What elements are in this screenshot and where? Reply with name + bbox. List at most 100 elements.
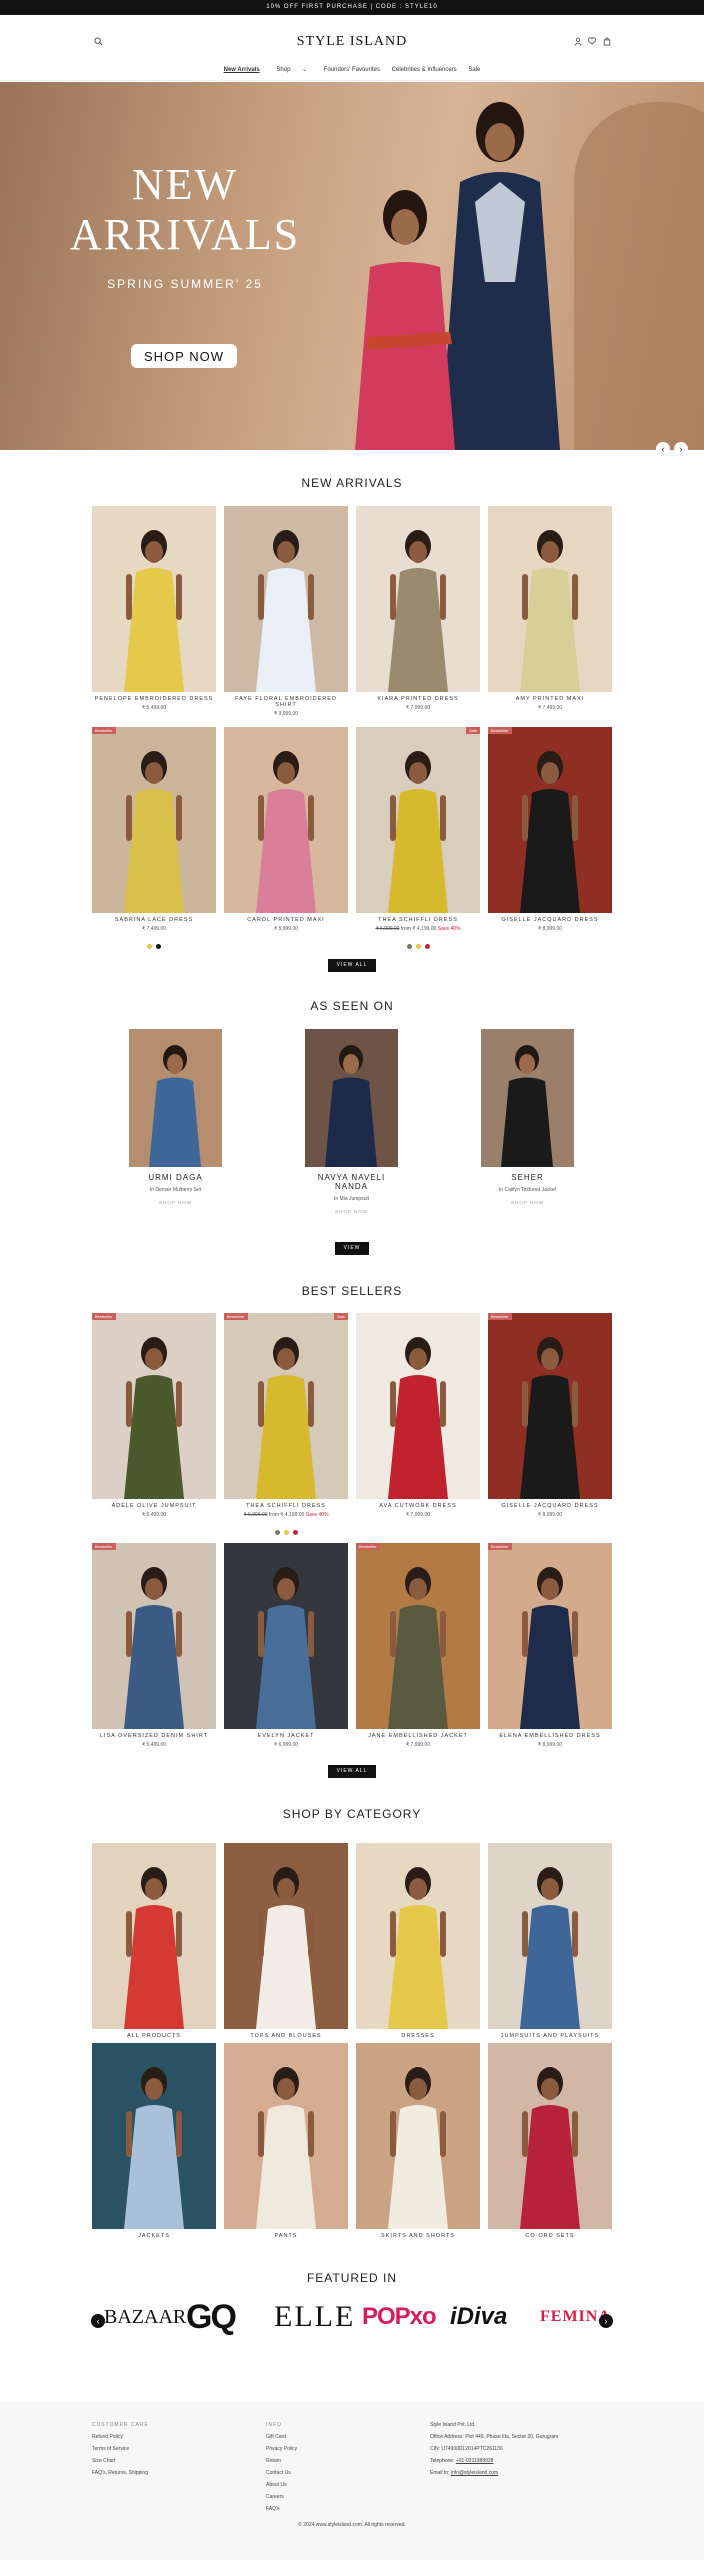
heart-icon[interactable] xyxy=(588,37,596,47)
color-swatch[interactable] xyxy=(292,1530,298,1535)
celeb-image-wrap[interactable] xyxy=(129,1029,222,1167)
celeb-card[interactable]: URMI DAGA In Denver Mulberry Set SHOP NOW xyxy=(129,1029,222,1205)
product-card[interactable]: EVELYN JACKET ₹ 6,999.00 xyxy=(224,1543,348,1748)
footer-link[interactable]: Contact Us xyxy=(266,2470,297,2476)
nav-celebrities[interactable]: Celebrities & Influencers xyxy=(392,67,457,73)
category-card[interactable]: JUMPSUITS AND PLAYSUITS xyxy=(488,1843,612,2039)
color-swatch[interactable] xyxy=(415,944,421,949)
product-image-wrap[interactable]: Bestseller xyxy=(92,1313,216,1499)
product-card[interactable]: Bestseller ADELE OLIVE JUMPSUIT ₹ 5,499.00 xyxy=(92,1313,216,1518)
product-name[interactable]: GISELLE JACQUARD DRESS xyxy=(488,917,612,923)
footer-phone-link[interactable]: +91-9311988938 xyxy=(456,2458,494,2464)
hero-next-arrow[interactable]: › xyxy=(674,442,688,456)
product-card[interactable]: AMY PRINTED MAXI ₹ 7,499.00 xyxy=(488,506,612,711)
product-card[interactable]: Bestseller JANE EMBELLISHED JACKET ₹ 7,999… xyxy=(356,1543,480,1748)
category-name[interactable]: CO-ORD SETS xyxy=(488,2233,612,2239)
color-swatch[interactable] xyxy=(406,944,412,949)
product-name[interactable]: AMY PRINTED MAXI xyxy=(488,696,612,702)
product-card[interactable]: Bestseller GISELLE JACQUARD DRESS ₹ 8,999.… xyxy=(488,1313,612,1518)
bag-icon[interactable] xyxy=(603,37,611,48)
product-image-wrap[interactable]: Bestseller xyxy=(488,1543,612,1729)
nav-founders-favourites[interactable]: Founders' Favourites xyxy=(324,67,380,73)
celeb-image-wrap[interactable] xyxy=(305,1029,398,1167)
color-swatch[interactable] xyxy=(147,944,152,949)
product-name[interactable]: AVA CUTWORK DRESS xyxy=(356,1503,480,1509)
product-image-wrap[interactable]: Sale xyxy=(356,727,480,913)
product-image-wrap[interactable] xyxy=(488,506,612,692)
product-image-wrap[interactable]: Bestseller xyxy=(92,727,216,913)
nav-sale[interactable]: Sale xyxy=(468,67,480,73)
footer-link[interactable]: Size Chart xyxy=(92,2458,149,2464)
color-swatch[interactable] xyxy=(424,944,430,949)
product-name[interactable]: JANE EMBELLISHED JACKET xyxy=(356,1733,480,1739)
product-name[interactable]: EVELYN JACKET xyxy=(224,1733,348,1739)
category-card[interactable]: TOPS AND BLOUSES xyxy=(224,1843,348,2039)
product-image-wrap[interactable] xyxy=(356,1313,480,1499)
category-name[interactable]: PANTS xyxy=(224,2233,348,2239)
footer-link[interactable]: Careers xyxy=(266,2494,297,2500)
new-arrivals-view-all-button[interactable]: VIEW ALL xyxy=(328,959,376,972)
featured-prev-arrow[interactable]: ‹ xyxy=(91,2314,105,2328)
category-name[interactable]: TOPS AND BLOUSES xyxy=(224,2033,348,2039)
footer-email-link[interactable]: info@styleisland.com xyxy=(451,2470,498,2476)
site-logo[interactable]: STYLE ISLAND xyxy=(0,34,704,50)
product-card[interactable]: Bestseller LISA OVERSIZED DENIM SHIRT ₹ 5,… xyxy=(92,1543,216,1748)
product-name[interactable]: SABRINA LACE DRESS xyxy=(92,917,216,923)
category-name[interactable]: DRESSES xyxy=(356,2033,480,2039)
color-swatch[interactable] xyxy=(274,1530,280,1535)
category-image-wrap[interactable] xyxy=(224,2043,348,2229)
as-seen-on-view-button[interactable]: VIEW xyxy=(335,1242,369,1255)
product-card[interactable]: Sale THEA SCHIFFLI DRESS ₹ 6,999.00 from ₹… xyxy=(356,727,480,954)
product-name[interactable]: FAYE FLORAL EMBROIDERED SHIRT xyxy=(224,696,348,708)
category-name[interactable]: SKIRTS AND SHORTS xyxy=(356,2233,480,2239)
user-icon[interactable] xyxy=(574,37,582,48)
product-name[interactable]: GISELLE JACQUARD DRESS xyxy=(488,1503,612,1509)
product-card[interactable]: FAYE FLORAL EMBROIDERED SHIRT ₹ 3,999.00 xyxy=(224,506,348,717)
product-image-wrap[interactable]: Bestseller xyxy=(356,1543,480,1729)
color-swatch[interactable] xyxy=(283,1530,289,1535)
nav-new-arrivals[interactable]: New Arrivals xyxy=(224,67,260,73)
category-card[interactable]: ALL PRODUCTS xyxy=(92,1843,216,2039)
best-sellers-view-all-button[interactable]: VIEW ALL xyxy=(328,1765,376,1778)
product-name[interactable]: THEA SCHIFFLI DRESS xyxy=(356,917,480,923)
featured-next-arrow[interactable]: › xyxy=(599,2314,613,2328)
footer-link[interactable]: FAQ's xyxy=(266,2506,297,2512)
footer-link[interactable]: Terms of Service xyxy=(92,2446,149,2452)
category-image-wrap[interactable] xyxy=(356,2043,480,2229)
product-card[interactable]: Bestseller GISELLE JACQUARD DRESS ₹ 8,999.… xyxy=(488,727,612,932)
category-name[interactable]: ALL PRODUCTS xyxy=(92,2033,216,2039)
category-card[interactable]: PANTS xyxy=(224,2043,348,2239)
product-image-wrap[interactable] xyxy=(356,506,480,692)
footer-link[interactable]: Return xyxy=(266,2458,297,2464)
category-card[interactable]: CO-ORD SETS xyxy=(488,2043,612,2239)
category-name[interactable]: JACKETS xyxy=(92,2233,216,2239)
product-image-wrap[interactable]: Bestseller xyxy=(488,1313,612,1499)
category-image-wrap[interactable] xyxy=(356,1843,480,2029)
footer-link[interactable]: About Us xyxy=(266,2482,297,2488)
product-image-wrap[interactable]: Bestseller xyxy=(92,1543,216,1729)
product-image-wrap[interactable] xyxy=(224,1543,348,1729)
product-card[interactable]: Bestseller ELENA EMBELLISHED DRESS ₹ 8,999… xyxy=(488,1543,612,1748)
product-name[interactable]: KIARA PRINTED DRESS xyxy=(356,696,480,702)
celeb-shop-now-link[interactable]: SHOP NOW xyxy=(481,1200,574,1205)
celeb-card[interactable]: SEHER In Caitlyn Textured Jacket SHOP NOW xyxy=(481,1029,574,1205)
product-image-wrap[interactable]: Bestseller xyxy=(488,727,612,913)
product-name[interactable]: CAROL PRINTED MAXI xyxy=(224,917,348,923)
footer-link[interactable]: Refund Policy xyxy=(92,2434,149,2440)
category-image-wrap[interactable] xyxy=(488,2043,612,2229)
category-card[interactable]: DRESSES xyxy=(356,1843,480,2039)
category-card[interactable]: SKIRTS AND SHORTS xyxy=(356,2043,480,2239)
product-name[interactable]: LISA OVERSIZED DENIM SHIRT xyxy=(92,1733,216,1739)
product-card[interactable]: Bestseller Sale THEA SCHIFFLI DRESS ₹ 6,999… xyxy=(224,1313,348,1540)
category-image-wrap[interactable] xyxy=(488,1843,612,2029)
color-swatch[interactable] xyxy=(156,944,161,949)
celeb-shop-now-link[interactable]: SHOP NOW xyxy=(305,1209,398,1214)
product-name[interactable]: ADELE OLIVE JUMPSUIT xyxy=(92,1503,216,1509)
product-card[interactable]: Bestseller SABRINA LACE DRESS ₹ 7,499.00 xyxy=(92,727,216,954)
category-name[interactable]: JUMPSUITS AND PLAYSUITS xyxy=(488,2033,612,2039)
shop-now-button[interactable]: SHOP NOW xyxy=(131,344,237,368)
celeb-image-wrap[interactable] xyxy=(481,1029,574,1167)
product-name[interactable]: THEA SCHIFFLI DRESS xyxy=(224,1503,348,1509)
footer-link[interactable]: FAQ's, Returns, Shipping xyxy=(92,2470,149,2476)
celeb-card[interactable]: NAVYA NAVELI NANDA In Mia Jumpsuit SHOP NO… xyxy=(305,1029,398,1214)
